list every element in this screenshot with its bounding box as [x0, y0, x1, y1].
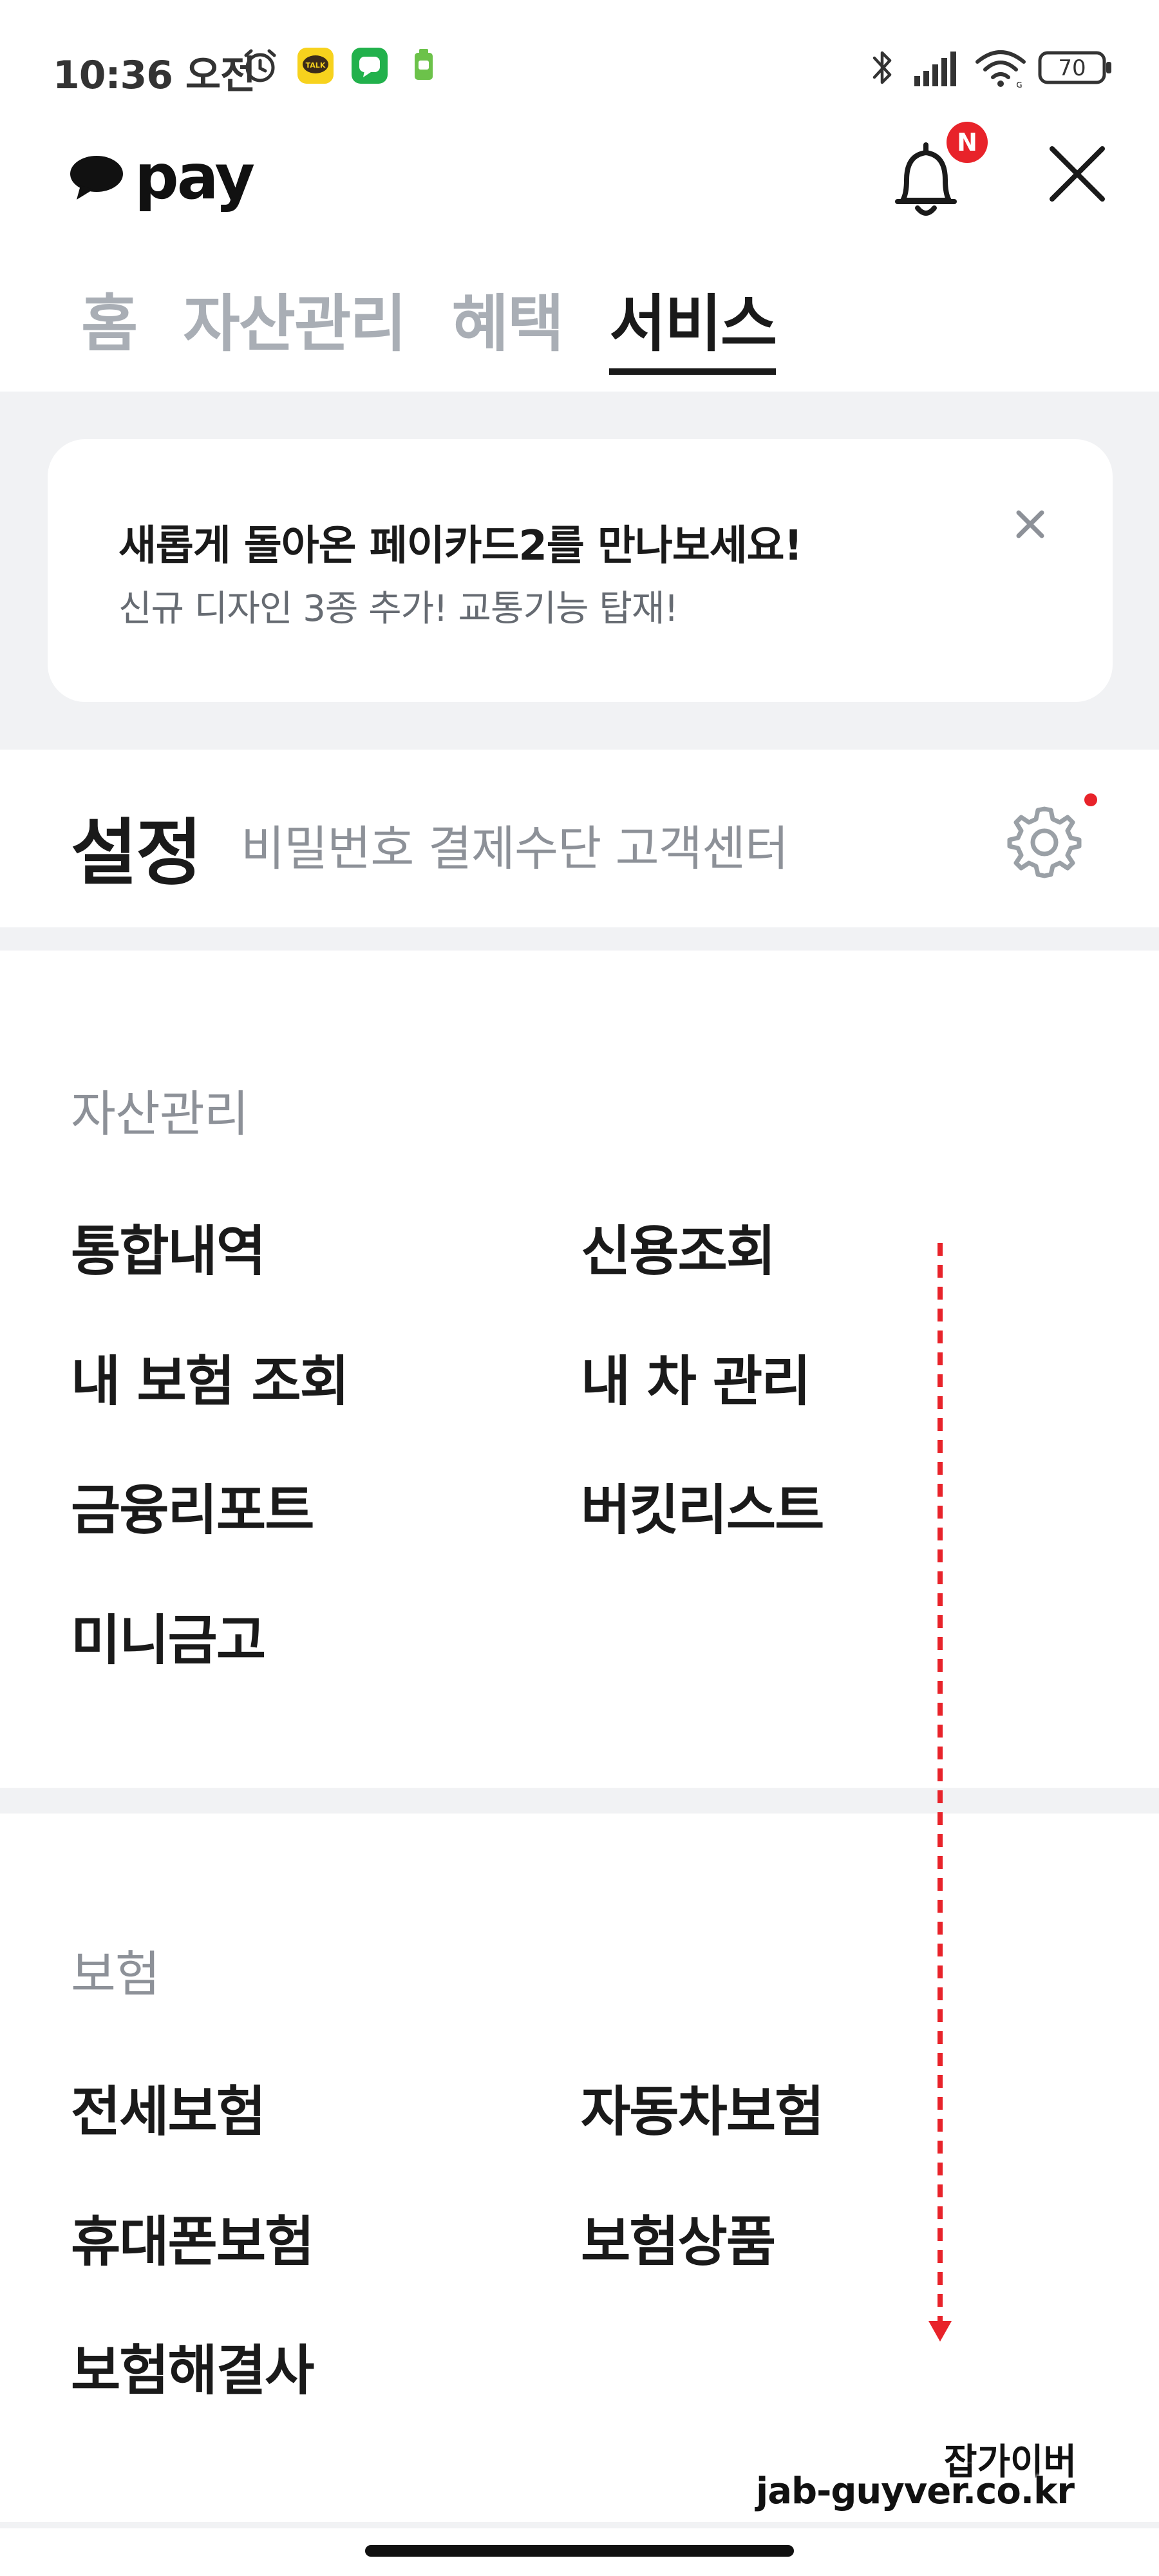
menu-bucket-list[interactable]: 버킷리스트	[581, 1467, 824, 1545]
kakaopay-logo[interactable]: pay	[68, 138, 255, 216]
menu-mini-safe[interactable]: 미니금고	[71, 1597, 266, 1675]
menu-my-insurance[interactable]: 내 보험 조회	[71, 1338, 350, 1416]
tab-bar: 홈 자산관리 혜택 서비스	[81, 282, 822, 379]
watermark-url: jab-guyver.co.kr	[756, 2470, 1075, 2512]
svg-text:ɢ: ɢ	[1016, 78, 1022, 89]
gear-icon[interactable]	[1004, 801, 1084, 881]
app-header: pay N	[0, 122, 1159, 267]
banner-close-icon[interactable]	[1007, 501, 1053, 547]
settings-subtitle: 비밀번호 결제수단 고객센터	[241, 821, 789, 876]
section-title-assets: 자산관리	[71, 1085, 249, 1142]
banner-subtitle: 신규 디자인 3종 추가! 교통기능 탑재!	[118, 588, 679, 630]
notification-button[interactable]: N	[887, 122, 988, 222]
close-icon[interactable]	[1042, 138, 1113, 209]
promo-banner[interactable]: 새롭게 돌아온 페이카드2를 만나보세요! 신규 디자인 3종 추가! 교통기능…	[48, 439, 1113, 702]
speech-bubble-icon	[70, 156, 123, 200]
scroll-down-arrow-icon	[928, 1243, 952, 2342]
tab-assets[interactable]: 자산관리	[183, 282, 406, 366]
menu-jeonse-insurance[interactable]: 전세보험	[71, 2069, 266, 2146]
bluetooth-icon	[872, 51, 892, 84]
cleaner-icon	[415, 49, 433, 80]
banner-title: 새롭게 돌아온 페이카드2를 만나보세요!	[118, 522, 803, 570]
svg-text:TALK: TALK	[306, 61, 326, 70]
home-indicator[interactable]	[365, 2545, 794, 2557]
battery-level: 70	[1058, 55, 1086, 81]
menu-insurance-products[interactable]: 보험상품	[581, 2199, 776, 2277]
wifi-icon: ɢ	[975, 50, 1026, 89]
settings-new-dot	[1084, 793, 1097, 806]
menu-my-car[interactable]: 내 차 관리	[581, 1338, 811, 1416]
settings-row[interactable]: 설정 비밀번호 결제수단 고객센터	[0, 750, 1159, 927]
status-bar: 10:36 오전 TALK ɢ 70	[0, 0, 1159, 138]
divider	[0, 1788, 1159, 1814]
menu-integrated-history[interactable]: 통합내역	[71, 1208, 266, 1286]
battery-icon: 70	[1038, 46, 1114, 89]
menu-finance-report[interactable]: 금융리포트	[71, 1467, 314, 1545]
logo-text: pay	[135, 141, 255, 213]
divider	[0, 2522, 1159, 2528]
notification-badge: N	[947, 122, 988, 163]
kakaotalk-icon: TALK	[297, 48, 334, 84]
tab-benefits[interactable]: 혜택	[452, 282, 565, 366]
section-title-insurance: 보험	[71, 1946, 160, 2003]
menu-phone-insurance[interactable]: 휴대폰보험	[71, 2199, 314, 2277]
menu-credit-check[interactable]: 신용조회	[581, 1208, 776, 1286]
settings-title: 설정	[71, 811, 202, 895]
status-time: 10:36 오전	[53, 53, 256, 98]
signal-icon	[914, 52, 956, 86]
divider	[0, 927, 1159, 951]
menu-car-insurance[interactable]: 자동차보험	[581, 2069, 824, 2146]
line-icon	[352, 48, 388, 84]
tab-home[interactable]: 홈	[81, 282, 138, 366]
tab-services[interactable]: 서비스	[609, 282, 777, 375]
alarm-icon	[244, 49, 276, 82]
menu-insurance-resolver[interactable]: 보험해결사	[71, 2327, 314, 2405]
